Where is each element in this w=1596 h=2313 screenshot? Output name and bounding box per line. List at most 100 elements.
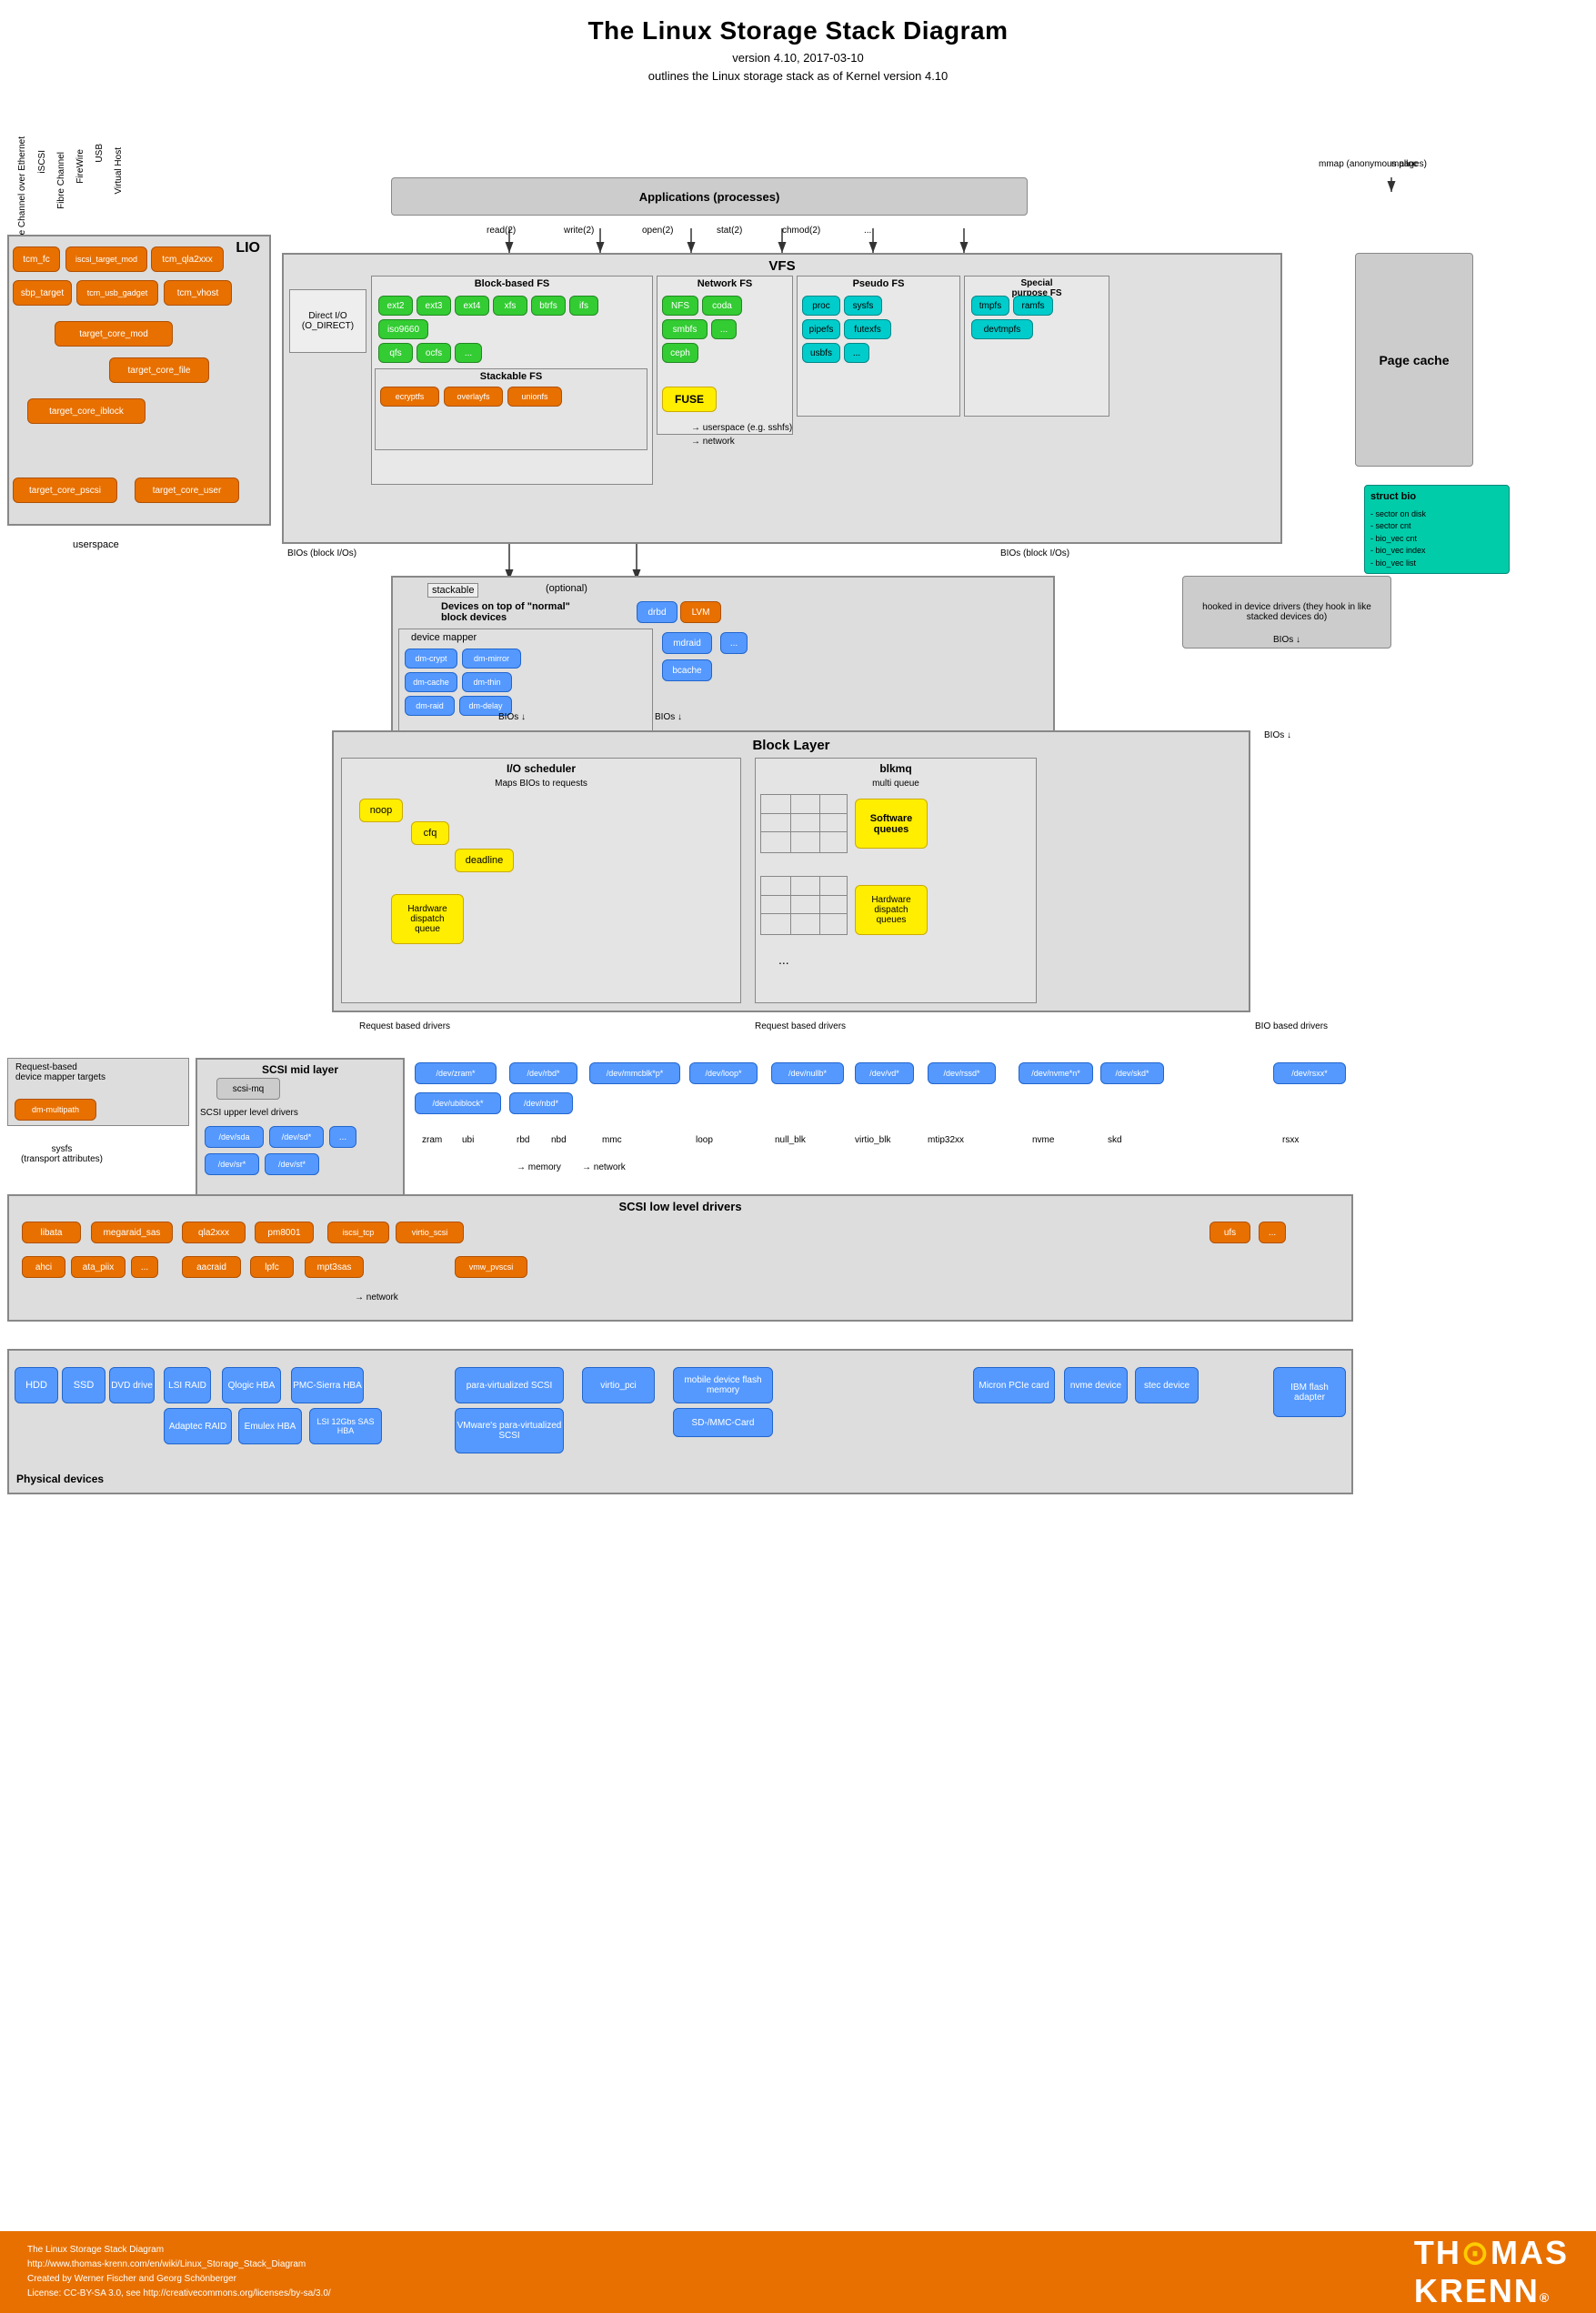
iscsi-target-mod-box: iscsi_target_mod: [65, 246, 147, 272]
dev-sr-star-box: /dev/sr*: [205, 1153, 259, 1175]
hw-dispatch-box2: Hardwaredispatchqueues: [855, 885, 928, 935]
tcm-usb-gadget-box: tcm_usb_gadget: [76, 280, 158, 306]
dm-raid-box: dm-raid: [405, 696, 455, 716]
dm-crypt-box: dm-crypt: [405, 649, 457, 669]
lpfc-box: lpfc: [250, 1256, 294, 1278]
stat2-label: stat(2): [717, 226, 742, 236]
bios-label-left: BIOs (block I/Os): [287, 548, 356, 558]
io-scheduler-section: I/O scheduler Maps BIOs to requests: [341, 758, 741, 1003]
lsi-raid-box: LSI RAID: [164, 1367, 211, 1403]
dots-fs-box: ...: [455, 343, 482, 363]
footer-logo: TH⊙MASKRENN®: [1414, 2234, 1569, 2310]
write2-label: write(2): [564, 226, 594, 236]
dvd-drive-box: DVD drive: [109, 1367, 155, 1403]
vfs-label: VFS: [768, 258, 795, 274]
stackable-label: stackable: [427, 583, 478, 598]
micron-pcie-box: Micron PCIe card: [973, 1367, 1055, 1403]
dev-sda-box: /dev/sda: [205, 1126, 264, 1148]
virtio-pci-box: virtio_pci: [582, 1367, 655, 1403]
dots-scsi-box: ...: [329, 1126, 356, 1148]
dev-st-star-box: /dev/st*: [265, 1153, 319, 1175]
qlogic-hba-box: Qlogic HBA: [222, 1367, 281, 1403]
dm-cache-box: dm-cache: [405, 672, 457, 692]
ecryptfs-box: ecryptfs: [380, 387, 439, 407]
devices-on-top-label: Devices on top of "normal"block devices: [441, 601, 570, 623]
dev-nullb-box: /dev/nullb*: [771, 1062, 844, 1084]
para-virt-scsi-box: para-virtualized SCSI: [455, 1367, 564, 1403]
nvme-device-box: nvme device: [1064, 1367, 1128, 1403]
overlayfs-box: overlayfs: [444, 387, 503, 407]
ceph-box: ceph: [662, 343, 698, 363]
fuse-box: FUSE: [662, 387, 717, 412]
ibm-flash-box: IBM flash adapter: [1273, 1367, 1346, 1417]
footer: The Linux Storage Stack Diagram http://w…: [0, 2231, 1596, 2313]
usbfs-box: usbfs: [802, 343, 840, 363]
ufs-drv-box: ufs: [1210, 1222, 1250, 1243]
direct-io-box: Direct I/O(O_DIRECT): [289, 289, 366, 353]
dots-ahci-box: ...: [131, 1256, 158, 1278]
stec-device-box: stec device: [1135, 1367, 1199, 1403]
req-based-drivers1: Request based drivers: [359, 1021, 450, 1031]
device-mapper-label: device mapper: [411, 632, 477, 643]
dev-mmcblk-box: /dev/mmcblk*p*: [589, 1062, 680, 1084]
nvme-label: nvme: [1032, 1135, 1054, 1145]
userspace-label: userspace: [73, 539, 119, 550]
bios-hooked: BIOs ↓: [1264, 730, 1291, 740]
rsxx-label: rsxx: [1282, 1135, 1299, 1145]
dots-low-box: ...: [1259, 1222, 1286, 1243]
scsi-upper-label: SCSI upper level drivers: [200, 1108, 298, 1118]
dev-rssd-box: /dev/rssd*: [928, 1062, 996, 1084]
sysfs-box: sysfs: [844, 296, 882, 316]
qfs-box: qfs: [378, 343, 413, 363]
megaraid-sas-box: megaraid_sas: [91, 1222, 173, 1243]
open2-label: open(2): [642, 226, 673, 236]
mpt3sas-box: mpt3sas: [305, 1256, 364, 1278]
lvm-box: LVM: [680, 601, 721, 623]
ata-piix-box: ata_piix: [71, 1256, 125, 1278]
zram-label: zram: [422, 1135, 442, 1145]
emulex-hba-box: Emulex HBA: [238, 1408, 302, 1444]
tcm-qla2xxx-box: tcm_qla2xxx: [151, 246, 224, 272]
bios-bio-right: BIOs ↓: [1273, 635, 1300, 645]
aacraid-box: aacraid: [182, 1256, 241, 1278]
subtitle: version 4.10, 2017-03-10 outlines the Li…: [0, 49, 1596, 85]
nbd-label: nbd: [551, 1135, 567, 1145]
dev-vd-box: /dev/vd*: [855, 1062, 914, 1084]
multi-queue-label: multi queue: [872, 779, 919, 789]
loop-label: loop: [696, 1135, 713, 1145]
futexfs-box: futexfs: [844, 319, 891, 339]
req-based-drivers2: Request based drivers: [755, 1021, 846, 1031]
iscsi-label: iSCSI: [33, 121, 51, 203]
iscsi-tcp-box: iscsi_tcp: [327, 1222, 389, 1243]
mdraid-box: mdraid: [662, 632, 712, 654]
dev-loop-box: /dev/loop*: [689, 1062, 758, 1084]
dots-stacked-box: ...: [720, 632, 748, 654]
scsi-low-label: SCSI low level drivers: [618, 1200, 741, 1213]
optional-label: (optional): [546, 583, 587, 594]
iso9660-box: iso9660: [378, 319, 428, 339]
xfs-box: xfs: [493, 296, 527, 316]
dev-sd-star-box: /dev/sd*: [269, 1126, 324, 1148]
dots-net-box: ...: [711, 319, 737, 339]
btrfs-box: btrfs: [531, 296, 566, 316]
rbd-label: rbd: [517, 1135, 529, 1145]
lsi-12gbs-box: LSI 12Gbs SAS HBA: [309, 1408, 382, 1444]
dm-multipath-box: dm-multipath: [15, 1099, 96, 1121]
scsi-mq-box: scsi-mq: [216, 1078, 280, 1100]
bios-down1: BIOs ↓: [498, 712, 526, 722]
tcm-fc-box: tcm_fc: [13, 246, 60, 272]
dev-nvme-box: /dev/nvme*n*: [1019, 1062, 1093, 1084]
stackable-fs-section: Stackable FS: [375, 368, 647, 450]
virtual-host-label: Virtual Host: [109, 121, 127, 221]
sw-queues-box: Softwarequeues: [855, 799, 928, 849]
qla2xxx-box: qla2xxx: [182, 1222, 246, 1243]
cfq-box: cfq: [411, 821, 449, 845]
applications-box: Applications (processes): [391, 177, 1028, 216]
vmw-pvscsi-box: vmw_pvscsi: [455, 1256, 527, 1278]
io-scheduler-label: I/O scheduler: [507, 762, 576, 775]
ext2-box: ext2: [378, 296, 413, 316]
network-label: → network: [582, 1162, 626, 1172]
sbp-target-box: sbp_target: [13, 280, 72, 306]
dev-rbd-box: /dev/rbd*: [509, 1062, 577, 1084]
devtmpfs-box: devtmpfs: [971, 319, 1033, 339]
